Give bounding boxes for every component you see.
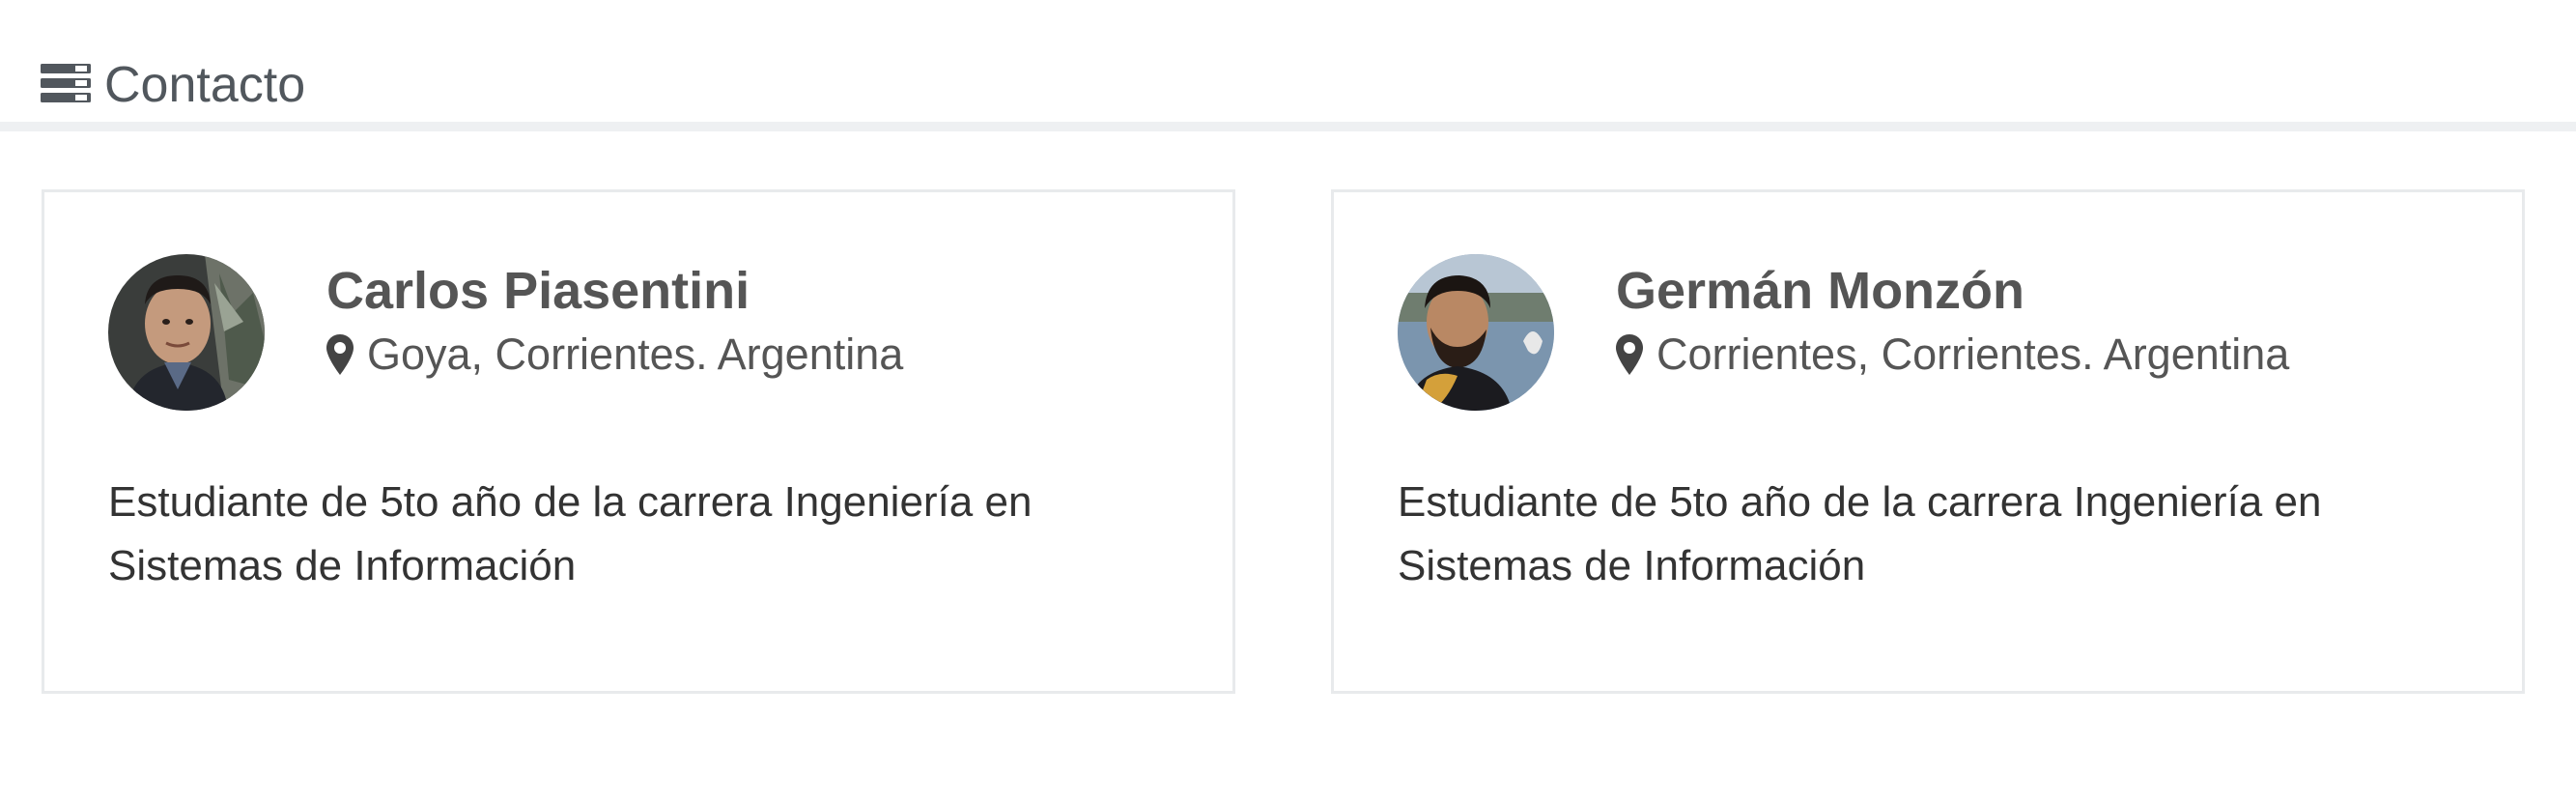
contact-name: Germán Monzón xyxy=(1616,262,2025,320)
page-header: Contacto xyxy=(0,0,2576,131)
contact-page: Contacto Carlos Piasentini Goya, Corrien… xyxy=(0,0,2576,802)
avatar xyxy=(1398,254,1554,411)
contact-card-carlos: Carlos Piasentini Goya, Corrientes. Arge… xyxy=(42,189,1235,694)
contact-location: Goya, Corrientes. Argentina xyxy=(326,328,903,382)
contact-card-german: Germán Monzón Corrientes, Corrientes. Ar… xyxy=(1331,189,2525,694)
contact-name: Carlos Piasentini xyxy=(326,262,750,320)
avatar-photo xyxy=(1398,254,1554,411)
contact-location-text: Goya, Corrientes. Argentina xyxy=(367,329,904,379)
map-pin-icon xyxy=(1616,334,1643,375)
map-pin-icon xyxy=(326,334,354,375)
contact-description: Estudiante de 5to año de la carrera Inge… xyxy=(108,478,1033,589)
contact-location: Corrientes, Corrientes. Argentina xyxy=(1616,328,2289,382)
list-icon xyxy=(41,64,91,102)
contact-description: Estudiante de 5to año de la carrera Inge… xyxy=(1398,478,2322,589)
page-title: Contacto xyxy=(104,57,306,113)
contact-location-text: Corrientes, Corrientes. Argentina xyxy=(1656,329,2290,379)
avatar xyxy=(108,254,265,411)
avatar-photo xyxy=(108,254,265,411)
